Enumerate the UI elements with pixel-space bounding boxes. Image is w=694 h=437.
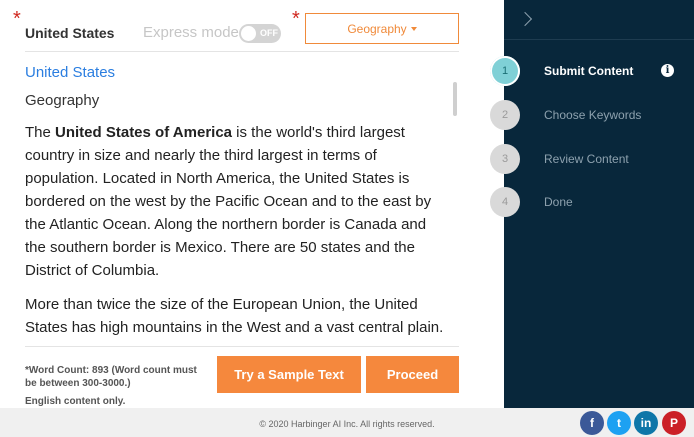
proceed-button[interactable]: Proceed — [366, 356, 459, 393]
content-text-area[interactable]: United States Geography The United State… — [25, 60, 453, 342]
express-mode-toggle[interactable]: OFF — [239, 24, 281, 43]
header-divider — [25, 51, 459, 52]
content-paragraph: The United States of America is the worl… — [25, 121, 451, 282]
main-panel: * United States Express mode OFF * Geogr… — [0, 0, 504, 408]
steps-sidebar: 1 Submit Content i 2 Choose Keywords 3 R… — [490, 0, 694, 408]
content-title: United States — [25, 64, 116, 81]
page-footer: © 2020 Harbinger AI Inc. All rights rese… — [0, 408, 694, 437]
info-icon[interactable]: i — [661, 64, 674, 77]
step-label: Review Content — [544, 152, 629, 166]
content-scrollbar[interactable] — [453, 82, 457, 116]
step-submit-content: 1 Submit Content i — [490, 56, 694, 86]
toggle-state-label: OFF — [260, 28, 278, 38]
chevron-right-icon[interactable] — [517, 11, 533, 27]
language-note: English content only. — [25, 396, 126, 407]
twitter-icon[interactable]: t — [607, 411, 631, 435]
content-divider — [25, 346, 459, 347]
step-label: Done — [544, 195, 573, 209]
category-dropdown-label: Geography — [347, 21, 407, 36]
pinterest-icon[interactable]: P — [662, 411, 686, 435]
step-label: Choose Keywords — [544, 108, 642, 122]
step-number-badge: 4 — [490, 187, 520, 217]
linkedin-icon[interactable]: in — [634, 411, 658, 435]
step-number-badge: 1 — [490, 56, 520, 86]
step-label: Submit Content — [544, 64, 634, 78]
word-count-note: *Word Count: 893 (Word count must be bet… — [25, 365, 197, 389]
facebook-icon[interactable]: f — [580, 411, 604, 435]
step-number-badge: 3 — [490, 144, 520, 174]
step-number-badge: 2 — [490, 100, 520, 130]
content-category: Geography — [25, 92, 100, 109]
document-title-label: United States — [25, 25, 115, 41]
paragraph-bold-text: United States of America — [55, 124, 233, 141]
sidebar-header — [504, 0, 694, 40]
try-sample-text-button[interactable]: Try a Sample Text — [217, 356, 361, 393]
step-choose-keywords: 2 Choose Keywords — [490, 100, 694, 130]
content-paragraph: More than twice the size of the European… — [25, 296, 444, 336]
paragraph-text: The — [25, 124, 56, 141]
caret-down-icon — [410, 27, 417, 31]
required-marker: * — [13, 8, 21, 30]
step-review-content: 3 Review Content — [490, 144, 694, 174]
toggle-knob — [241, 26, 256, 41]
category-dropdown-button[interactable]: Geography — [305, 13, 459, 44]
paragraph-text: is the world's third largest country in … — [25, 124, 432, 279]
required-marker: * — [292, 8, 300, 30]
step-done: 4 Done — [490, 187, 694, 217]
express-mode-label: Express mode — [143, 24, 239, 41]
